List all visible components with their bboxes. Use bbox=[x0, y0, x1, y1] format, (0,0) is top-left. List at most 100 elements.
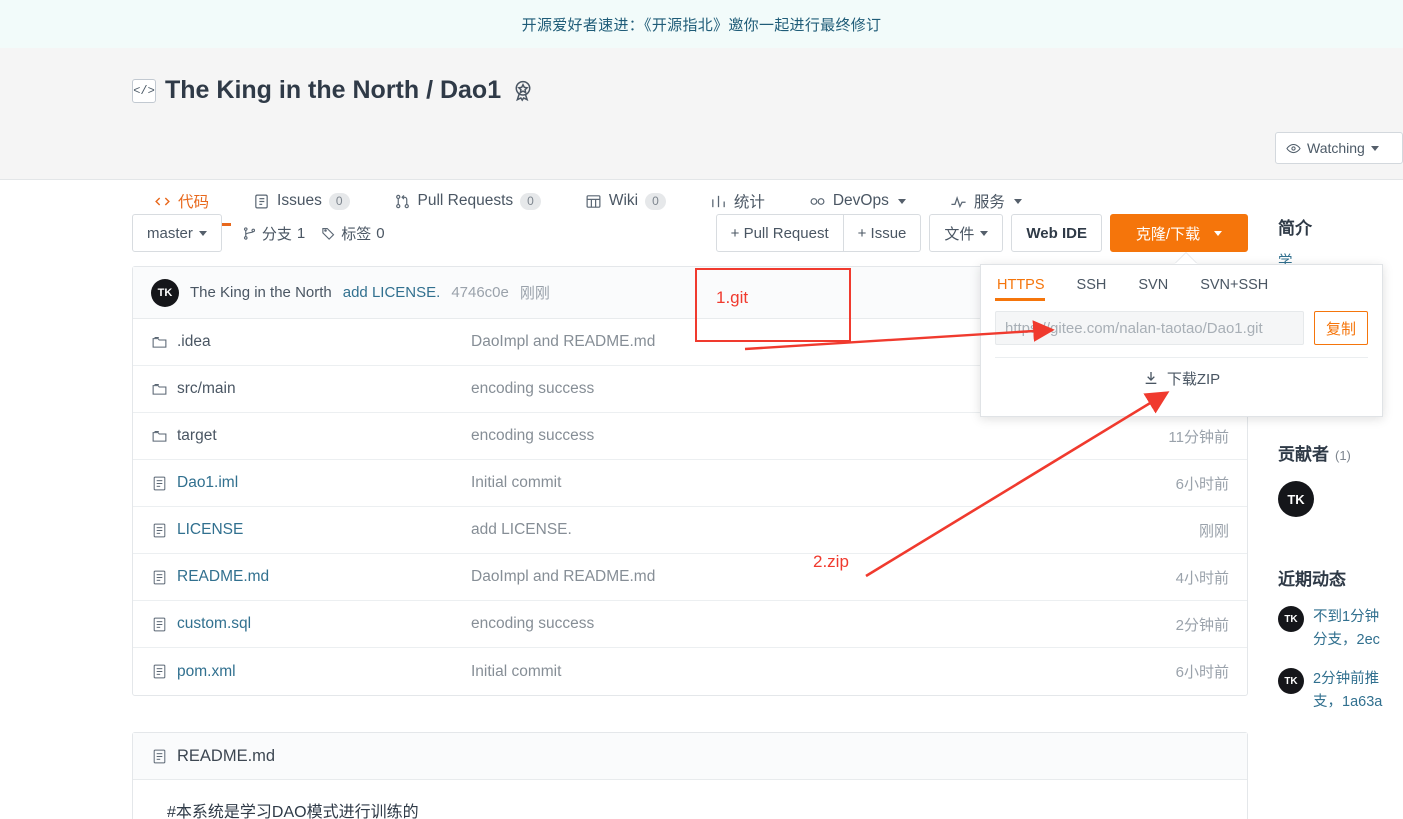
chevron-down-icon bbox=[1013, 198, 1022, 204]
avatar[interactable]: TK bbox=[1278, 606, 1304, 632]
download-icon bbox=[1143, 370, 1159, 386]
file-name-cell: LICENSE bbox=[151, 521, 471, 539]
branches-count: 1 bbox=[296, 224, 306, 242]
avatar[interactable]: TK bbox=[1278, 481, 1314, 517]
file-icon bbox=[151, 748, 168, 765]
activity-line-2: 分支，2ec bbox=[1313, 632, 1380, 648]
repo-header: </> The King in the North / Dao1 Watchin… bbox=[0, 48, 1403, 226]
file-commit-time: 4小时前 bbox=[1175, 569, 1229, 587]
chevron-down-icon bbox=[1214, 230, 1223, 236]
contributors-title: 贡献者 bbox=[1278, 445, 1329, 464]
file-name-cell: custom.sql bbox=[151, 615, 471, 633]
file-link[interactable]: Dao1.iml bbox=[177, 474, 238, 492]
award-badge-icon bbox=[510, 78, 536, 104]
commit-author[interactable]: The King in the North bbox=[190, 284, 332, 301]
pull-request-icon bbox=[394, 193, 411, 210]
file-commit-message[interactable]: encoding success bbox=[471, 427, 1079, 445]
contributor-list: TK bbox=[1278, 481, 1403, 517]
file-commit-time: 6小时前 bbox=[1175, 664, 1229, 681]
new-issue-button[interactable]: + Issue bbox=[843, 214, 922, 252]
watching-label: Watching bbox=[1307, 140, 1365, 156]
code-icon bbox=[154, 193, 171, 210]
file-link[interactable]: README.md bbox=[177, 568, 269, 586]
file-name-cell: .idea bbox=[151, 333, 471, 351]
download-zip-link[interactable]: 下载ZIP bbox=[981, 358, 1382, 398]
clone-url-row: https://gitee.com/nalan-taotao/Dao1.git … bbox=[981, 305, 1382, 345]
file-link[interactable]: .idea bbox=[177, 333, 211, 351]
clone-tab-svn[interactable]: SVN bbox=[1122, 265, 1184, 305]
table-row[interactable]: target encoding success 11分钟前 bbox=[133, 413, 1247, 460]
eye-icon bbox=[1286, 141, 1301, 156]
branches-count-link[interactable]: 分支 1 bbox=[242, 223, 305, 244]
file-link[interactable]: LICENSE bbox=[177, 521, 243, 539]
table-row[interactable]: README.md DaoImpl and README.md 4小时前 bbox=[133, 554, 1247, 601]
file-name-cell: README.md bbox=[151, 568, 471, 586]
tab-wiki-count: 0 bbox=[645, 192, 666, 210]
activity-line-1: 2分钟前推 bbox=[1313, 671, 1380, 687]
activity-text: 2分钟前推 支，1a63a bbox=[1313, 668, 1382, 714]
repo-meta-counts: 分支 1 标签 0 bbox=[242, 223, 385, 244]
announcement-banner[interactable]: 开源爱好者速进：《开源指北》邀你一起进行最终修订 bbox=[0, 0, 1403, 48]
contributors-count: (1) bbox=[1335, 448, 1351, 463]
clone-tab-https[interactable]: HTTPS bbox=[995, 265, 1061, 305]
annotation-label-git: 1.git bbox=[716, 288, 749, 307]
readme-panel: README.md #本系统是学习DAO模式进行训练的 bbox=[132, 732, 1248, 819]
watching-button[interactable]: Watching bbox=[1275, 132, 1403, 164]
copy-button[interactable]: 复制 bbox=[1314, 311, 1368, 345]
infinity-icon bbox=[809, 193, 826, 210]
file-commit-message[interactable]: Initial commit bbox=[471, 474, 1079, 492]
page-title[interactable]: The King in the North / Dao1 bbox=[165, 76, 501, 105]
file-commit-message[interactable]: encoding success bbox=[471, 615, 1079, 633]
activity-line-2: 支，1a63a bbox=[1313, 694, 1383, 710]
file-commit-message[interactable]: DaoImpl and README.md bbox=[471, 568, 1079, 586]
commit-time: 刚刚 bbox=[519, 285, 550, 302]
clone-tab-svn-ssh[interactable]: SVN+SSH bbox=[1184, 265, 1284, 305]
file-icon bbox=[151, 475, 168, 492]
file-commit-message[interactable]: Initial commit bbox=[471, 663, 1079, 681]
tab-pull-requests-count: 0 bbox=[520, 192, 541, 210]
avatar[interactable]: TK bbox=[1278, 668, 1304, 694]
branch-icon bbox=[242, 226, 257, 241]
clone-protocol-tabs: HTTPS SSH SVN SVN+SSH bbox=[981, 265, 1382, 305]
file-commit-time: 11分钟前 bbox=[1168, 428, 1229, 446]
clone-download-label: 克隆/下载 bbox=[1135, 225, 1201, 243]
clone-tab-ssh[interactable]: SSH bbox=[1061, 265, 1123, 305]
tags-label: 标签 bbox=[341, 225, 372, 243]
gitee-repo-page: 开源爱好者速进：《开源指北》邀你一起进行最终修订 </> The King in… bbox=[0, 0, 1403, 819]
table-row[interactable]: custom.sql encoding success 2分钟前 bbox=[133, 601, 1247, 648]
readme-header: README.md bbox=[133, 733, 1247, 780]
file-name-cell: src/main bbox=[151, 380, 471, 398]
file-link[interactable]: src/main bbox=[177, 380, 236, 398]
web-ide-button[interactable]: Web IDE bbox=[1011, 214, 1102, 252]
tags-count-link[interactable]: 标签 0 bbox=[321, 223, 385, 244]
commit-message[interactable]: add LICENSE. bbox=[343, 284, 441, 301]
tab-statistics-label: 统计 bbox=[733, 194, 765, 211]
list-item[interactable]: TK 2分钟前推 支，1a63a bbox=[1278, 668, 1403, 714]
clone-download-button[interactable]: 克隆/下载 bbox=[1110, 214, 1248, 252]
table-row[interactable]: LICENSE add LICENSE. 刚刚 bbox=[133, 507, 1247, 554]
code-brackets-icon: </> bbox=[132, 78, 156, 103]
chevron-down-icon bbox=[980, 230, 989, 236]
table-row[interactable]: Dao1.iml Initial commit 6小时前 bbox=[133, 460, 1247, 507]
folder-icon bbox=[151, 428, 168, 445]
branches-label: 分支 bbox=[261, 225, 292, 243]
file-link[interactable]: custom.sql bbox=[177, 615, 251, 633]
file-commit-message[interactable]: add LICENSE. bbox=[471, 521, 1079, 539]
pulse-icon bbox=[950, 193, 967, 210]
files-dropdown-button[interactable]: 文件 bbox=[929, 214, 1004, 252]
branch-selector[interactable]: master bbox=[132, 214, 222, 252]
issues-icon bbox=[253, 193, 270, 210]
file-link[interactable]: pom.xml bbox=[177, 663, 236, 681]
tab-issues-count: 0 bbox=[328, 192, 350, 210]
avatar[interactable]: TK bbox=[151, 278, 179, 307]
clone-url-field[interactable]: https://gitee.com/nalan-taotao/Dao1.git bbox=[995, 311, 1304, 345]
list-item[interactable]: TK 不到1分钟 分支，2ec bbox=[1278, 606, 1403, 652]
file-commit-time: 6小时前 bbox=[1175, 475, 1229, 493]
commit-sha[interactable]: 4746c0e bbox=[451, 284, 509, 301]
file-icon bbox=[151, 569, 168, 586]
tab-wiki-label: Wiki bbox=[608, 192, 639, 209]
file-link[interactable]: target bbox=[177, 427, 217, 445]
new-pull-request-button[interactable]: + Pull Request bbox=[715, 214, 844, 252]
download-zip-label: 下载ZIP bbox=[1166, 370, 1221, 388]
table-row[interactable]: pom.xml Initial commit 6小时前 bbox=[133, 648, 1247, 695]
